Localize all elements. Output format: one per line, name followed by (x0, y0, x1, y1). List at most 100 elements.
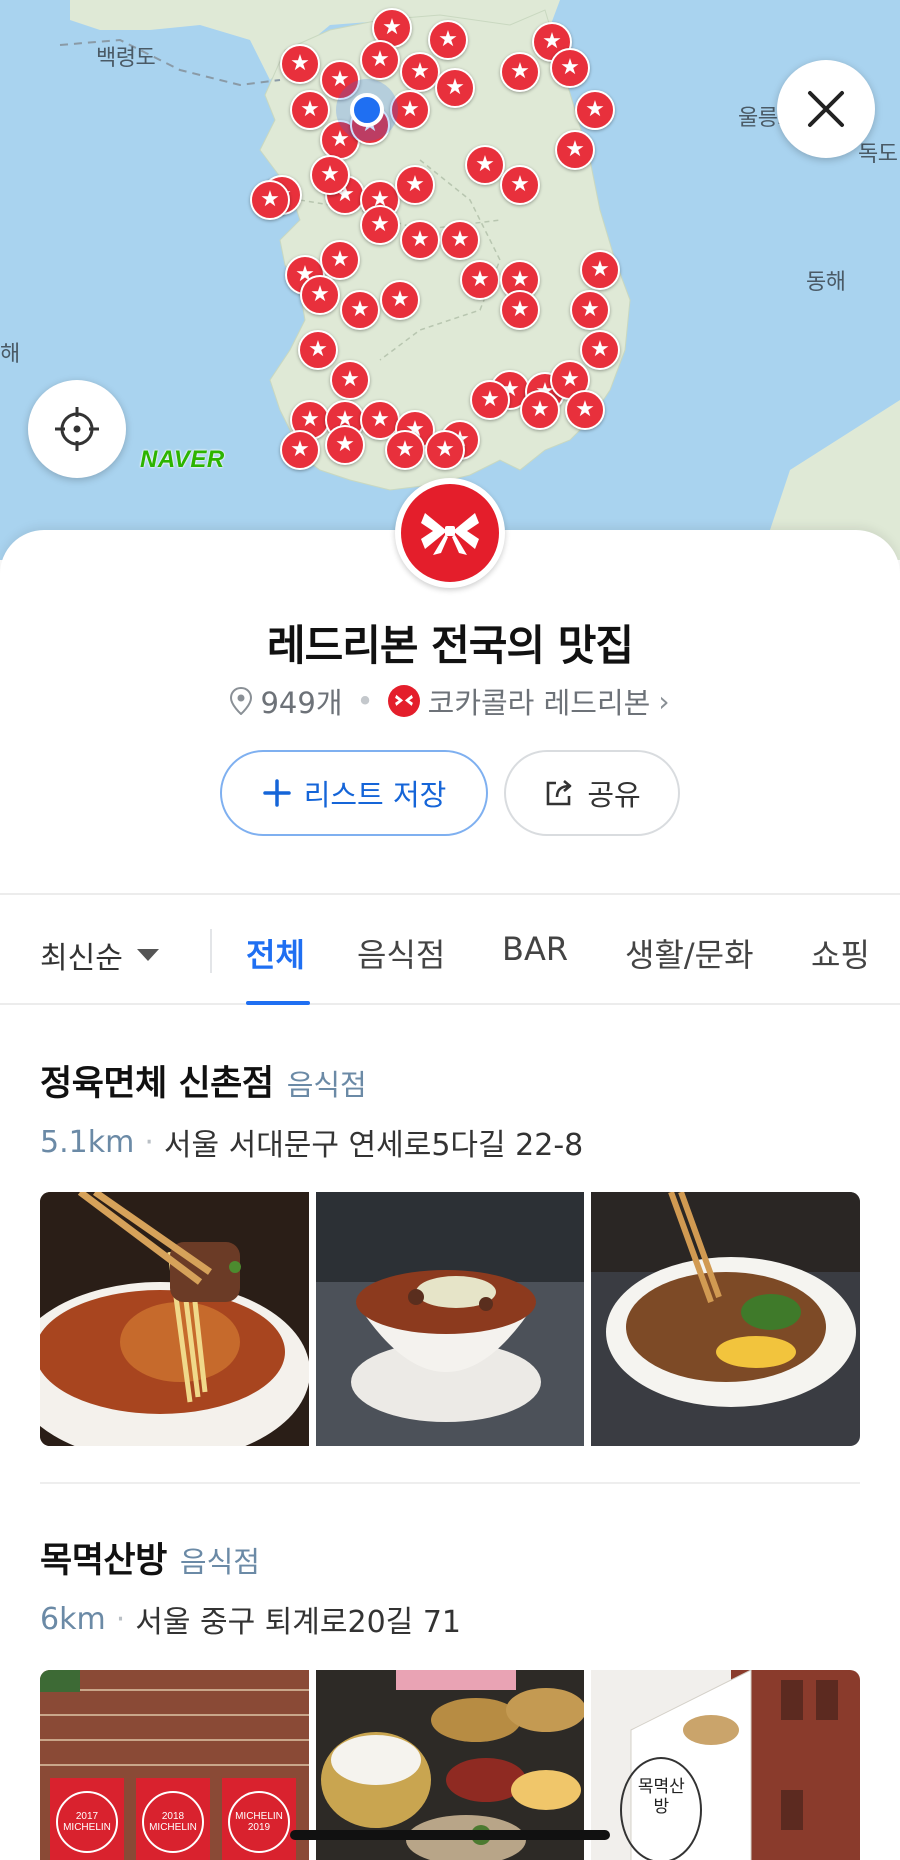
place-name[interactable]: 목멱산방 (40, 1541, 167, 1581)
place-distance: 6km (40, 1601, 106, 1637)
michelin-plate: MICHELIN 2019 (222, 1778, 296, 1860)
building-banner-photo (591, 1670, 861, 1860)
michelin-plate-ring: 2018 MICHELIN (142, 1791, 204, 1853)
place-photo[interactable] (40, 1192, 309, 1446)
map-star-pin[interactable]: ★ (390, 90, 430, 130)
map-star-pin[interactable]: ★ (425, 430, 465, 470)
michelin-year: 2019 (247, 1822, 271, 1833)
map-star-pin[interactable]: ★ (580, 330, 620, 370)
tab-shopping[interactable]: 쇼핑 (811, 930, 870, 976)
owner-avatar (387, 685, 420, 717)
sort-dropdown[interactable]: 최신순 (40, 933, 159, 977)
tab-life-culture[interactable]: 생활/문화 (625, 930, 754, 976)
map-star-pin[interactable]: ★ (330, 360, 370, 400)
place-item[interactable]: 정육면체 신촌점 음식점 5.1km · 서울 서대문구 연세로5다길 22-8 (40, 1055, 860, 1164)
michelin-label: MICHELIN (63, 1822, 111, 1833)
share-label: 공유 (587, 778, 641, 812)
place-photo[interactable]: 2017 MICHELIN 2018 MICHELIN MICHELIN 201… (40, 1670, 309, 1860)
map-star-pin[interactable]: ★ (290, 90, 330, 130)
place-photo[interactable]: 목멱산방 (591, 1670, 861, 1860)
place-category: 음식점 (179, 1545, 260, 1579)
map-star-pin[interactable]: ★ (550, 48, 590, 88)
owner-link[interactable]: 코카콜라 레드리본 (428, 680, 651, 722)
place-item[interactable]: 목멱산방 음식점 6km · 서울 중구 퇴계로20길 71 (40, 1532, 860, 1641)
close-button[interactable] (777, 60, 875, 158)
map-star-pin[interactable]: ★ (575, 90, 615, 130)
ribbon-icon (394, 694, 413, 706)
noodle-soup-photo (40, 1192, 309, 1446)
jajang-noodle-photo (591, 1192, 861, 1446)
map-star-pin[interactable]: ★ (298, 330, 338, 370)
michelin-plate-ring: 2017 MICHELIN (56, 1791, 118, 1853)
map-star-pin[interactable]: ★ (460, 260, 500, 300)
filter-separator (210, 929, 212, 973)
map-star-pin[interactable]: ★ (565, 390, 605, 430)
location-pin-icon (230, 687, 253, 715)
map-star-pin[interactable]: ★ (325, 425, 365, 465)
meta-separator: • (356, 684, 374, 718)
place-photos (40, 1192, 861, 1446)
map-label-dokdo: 독도 (858, 142, 898, 167)
map-star-pin[interactable]: ★ (580, 250, 620, 290)
place-address: 서울 서대문구 연세로5다길 22-8 (163, 1128, 584, 1163)
sort-label: 최신순 (40, 941, 123, 976)
place-photo[interactable] (315, 1192, 585, 1446)
michelin-plate: 2018 MICHELIN (136, 1778, 210, 1860)
meta-separator: · (144, 1124, 154, 1160)
place-address: 서울 중구 퇴계로20길 71 (135, 1605, 461, 1640)
map-star-pin[interactable]: ★ (400, 52, 440, 92)
map-star-pin[interactable]: ★ (428, 20, 468, 60)
map-star-pin[interactable]: ★ (470, 380, 510, 420)
map-star-pin[interactable]: ★ (465, 145, 505, 185)
map-star-pin[interactable]: ★ (555, 130, 595, 170)
michelin-plate-ring: MICHELIN 2019 (228, 1791, 290, 1853)
caret-down-icon (136, 949, 159, 961)
tab-all[interactable]: 전체 (246, 930, 305, 976)
map-star-pin[interactable]: ★ (360, 40, 400, 80)
map-star-pin[interactable]: ★ (320, 60, 360, 100)
map-star-pin[interactable]: ★ (395, 165, 435, 205)
naver-logo: NAVER (140, 446, 225, 473)
active-tab-indicator (246, 1001, 310, 1005)
map-star-pin[interactable]: ★ (320, 240, 360, 280)
map-star-pin[interactable]: ★ (300, 275, 340, 315)
map-star-pin[interactable]: ★ (520, 390, 560, 430)
map-label-baengnyeongdo: 백령도 (96, 46, 156, 71)
filter-bar: 최신순 전체 음식점 BAR 생활/문화 쇼핑 (0, 895, 900, 1005)
map-star-pin[interactable]: ★ (250, 180, 290, 220)
michelin-year: 2018 (161, 1811, 185, 1822)
map-star-pin[interactable]: ★ (360, 205, 400, 245)
list-meta: 949개 • 코카콜라 레드리본 › (0, 680, 900, 722)
map-star-pin[interactable]: ★ (500, 165, 540, 205)
map-view[interactable]: 백령도 울릉도 독도 동해 해 ★ ★ ★ ★ ★ ★ ★ ★ ★ ★ ★ ★ ★ ★ ★ ★ ★ ★ ★ ★ ★ ★ ★ ★… (0, 0, 900, 560)
home-indicator (290, 1830, 610, 1840)
map-star-pin[interactable]: ★ (380, 280, 420, 320)
map-star-pin[interactable]: ★ (280, 430, 320, 470)
michelin-label: MICHELIN (149, 1822, 197, 1833)
map-star-pin[interactable]: ★ (500, 290, 540, 330)
crosshair-icon (55, 407, 99, 451)
map-star-pin[interactable]: ★ (400, 220, 440, 260)
place-name[interactable]: 정육면체 신촌점 (40, 1064, 274, 1104)
map-star-pin[interactable]: ★ (500, 52, 540, 92)
map-star-pin[interactable]: ★ (570, 290, 610, 330)
list-brand-badge (395, 478, 505, 588)
place-photo[interactable] (591, 1192, 861, 1446)
map-label-east-sea: 동해 (806, 270, 846, 295)
share-button[interactable]: 공유 (504, 750, 680, 836)
my-location-button[interactable] (28, 380, 126, 478)
save-list-button[interactable]: 리스트 저장 (220, 750, 488, 836)
map-star-pin[interactable]: ★ (385, 430, 425, 470)
place-count: 949개 (260, 686, 343, 720)
map-star-pin[interactable]: ★ (340, 290, 380, 330)
map-star-pin[interactable]: ★ (440, 220, 480, 260)
noodle-bowl-photo (315, 1192, 585, 1446)
ribbon-icon (421, 513, 479, 555)
map-star-pin[interactable]: ★ (310, 155, 350, 195)
map-star-pin[interactable]: ★ (435, 68, 475, 108)
tab-restaurant[interactable]: 음식점 (357, 930, 445, 976)
tab-bar[interactable]: BAR (502, 930, 568, 968)
map-star-pin[interactable]: ★ (280, 44, 320, 84)
michelin-year: 2017 (75, 1811, 99, 1822)
michelin-label: MICHELIN (235, 1811, 283, 1822)
